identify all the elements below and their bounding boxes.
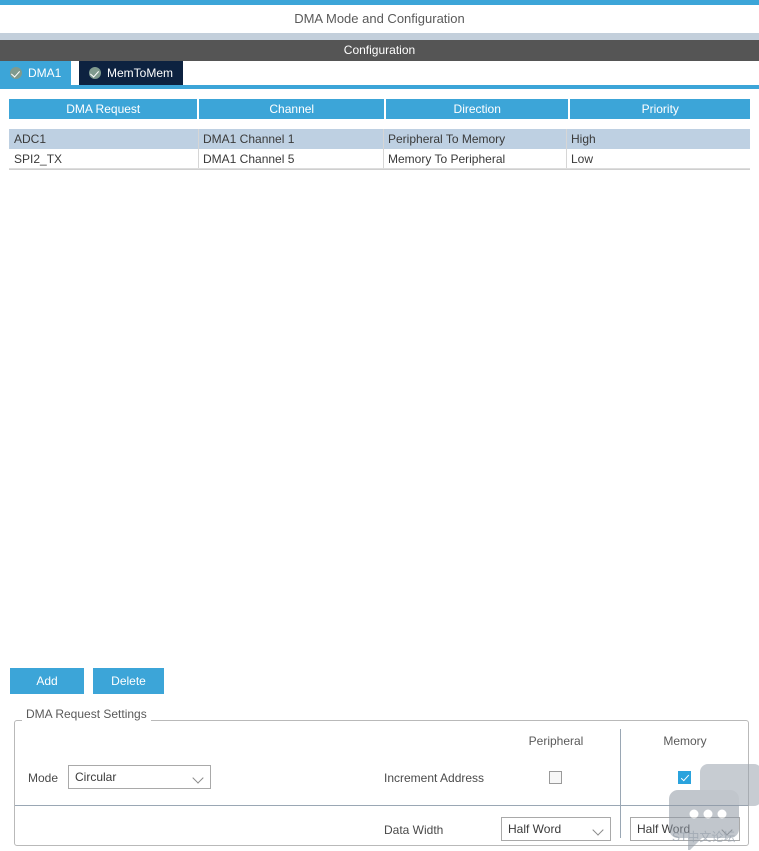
table-row[interactable]: ADC1 DMA1 Channel 1 Peripheral To Memory… <box>9 129 750 149</box>
mode-label: Mode <box>28 771 59 785</box>
mode-select-value: Circular <box>75 770 117 784</box>
data-width-peripheral-value: Half Word <box>508 822 562 836</box>
cell-direction: Memory To Peripheral <box>383 149 566 168</box>
table-body: ADC1 DMA1 Channel 1 Peripheral To Memory… <box>9 129 750 170</box>
mode-select[interactable]: Circular <box>68 765 211 789</box>
tab-accent-line <box>0 85 759 89</box>
delete-button[interactable]: Delete <box>93 668 164 694</box>
configuration-section-bar: Configuration <box>0 40 759 61</box>
check-circle-icon <box>10 67 22 79</box>
add-button[interactable]: Add <box>10 668 84 694</box>
column-header-channel[interactable]: Channel <box>199 99 384 119</box>
cell-direction: Peripheral To Memory <box>383 129 566 149</box>
check-circle-icon <box>89 67 101 79</box>
cell-channel: DMA1 Channel 1 <box>198 129 383 149</box>
title-separator <box>0 33 759 40</box>
settings-horizontal-divider <box>15 805 748 806</box>
memory-column-header: Memory <box>663 734 707 748</box>
data-width-label: Data Width <box>384 823 444 837</box>
cell-dma-request: ADC1 <box>14 132 47 146</box>
column-header-priority[interactable]: Priority <box>570 99 750 119</box>
data-width-peripheral-select[interactable]: Half Word <box>501 817 611 841</box>
tab-memtomem-label: MemToMem <box>107 66 174 80</box>
tab-strip: DMA1 MemToMem <box>0 61 759 85</box>
cell-channel: DMA1 Channel 5 <box>198 149 383 168</box>
dma-request-table: DMA Request Channel Direction Priority A… <box>9 99 750 170</box>
tab-dma1-label: DMA1 <box>28 66 62 80</box>
column-header-direction[interactable]: Direction <box>385 99 569 119</box>
settings-vertical-divider <box>620 729 621 838</box>
data-width-memory-value: Half Word <box>637 822 691 836</box>
increment-address-peripheral-checkbox[interactable] <box>549 771 562 784</box>
chevron-down-icon <box>592 824 604 836</box>
cell-dma-request: SPI2_TX <box>14 152 63 166</box>
tab-memtomem[interactable]: MemToMem <box>79 61 184 85</box>
cell-priority: High <box>566 129 746 149</box>
dma-configuration-window: DMA Mode and Configuration Configuration… <box>0 0 759 851</box>
table-header-row: DMA Request Channel Direction Priority <box>9 99 750 119</box>
window-title: DMA Mode and Configuration <box>0 5 759 33</box>
data-width-memory-select[interactable]: Half Word <box>630 817 740 841</box>
chevron-down-icon <box>192 772 204 784</box>
dma-request-settings-title: DMA Request Settings <box>22 707 151 721</box>
cell-priority: Low <box>566 149 746 168</box>
chevron-down-icon <box>721 824 733 836</box>
column-header-dma-request[interactable]: DMA Request <box>9 99 198 119</box>
increment-address-memory-checkbox[interactable] <box>678 771 691 784</box>
tab-dma1[interactable]: DMA1 <box>0 61 72 85</box>
increment-address-label: Increment Address <box>384 771 485 785</box>
table-row[interactable]: SPI2_TX DMA1 Channel 5 Memory To Periphe… <box>9 149 750 169</box>
peripheral-column-header: Peripheral <box>528 734 584 748</box>
